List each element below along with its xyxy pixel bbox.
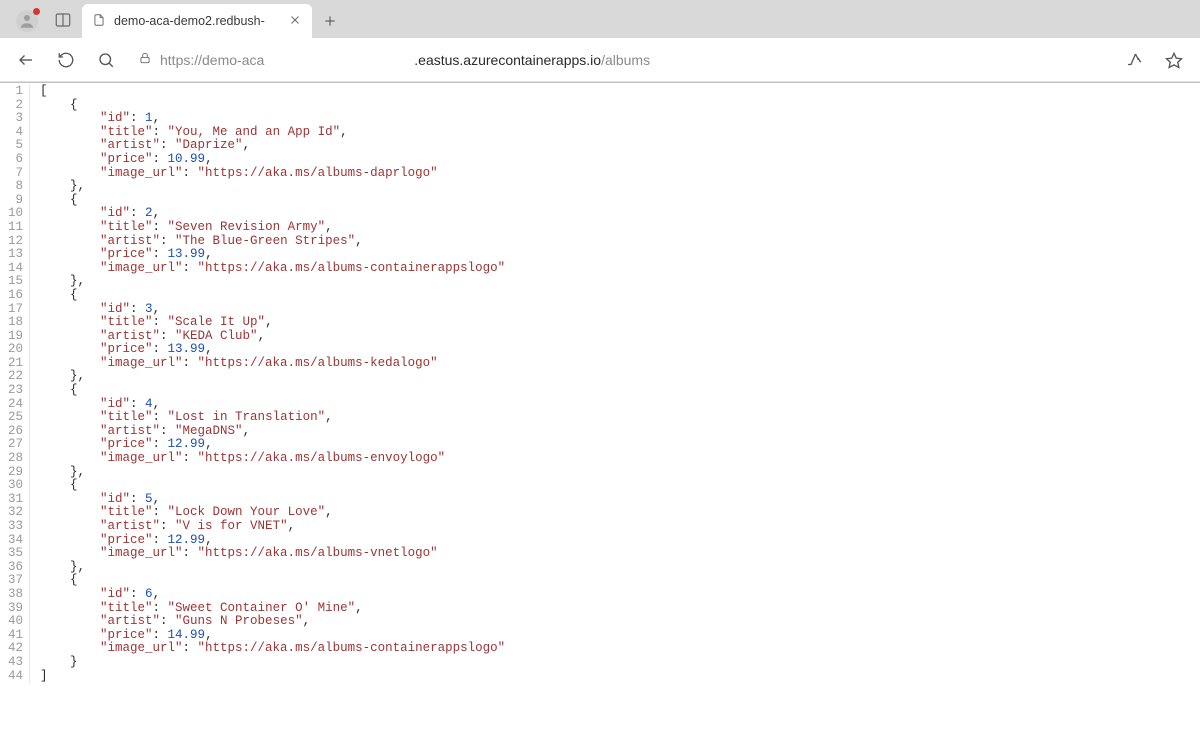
back-button[interactable] [14,48,38,72]
split-window-icon[interactable] [54,11,72,32]
json-viewer: 1234567891011121314151617181920212223242… [0,83,1200,683]
search-button[interactable] [94,48,118,72]
notification-dot-icon [33,8,40,15]
page-favicon-icon [92,13,106,30]
site-info-lock-icon[interactable] [138,51,152,68]
new-tab-button[interactable] [316,7,344,35]
window-controls [6,10,82,38]
toolbar-right [1122,48,1186,72]
profile-avatar-icon[interactable] [16,10,38,32]
tab-close-icon[interactable] [288,13,302,30]
url-text: https://demo-aca.eastus.azurecontainerap… [160,52,650,68]
tab-bar: demo-aca-demo2.redbush- [0,0,1200,38]
browser-toolbar: https://demo-aca.eastus.azurecontainerap… [0,38,1200,82]
browser-chrome: demo-aca-demo2.redbush- https://demo-aca… [0,0,1200,83]
favorite-star-icon[interactable] [1162,48,1186,72]
browser-tab-active[interactable]: demo-aca-demo2.redbush- [82,4,312,38]
address-bar[interactable]: https://demo-aca.eastus.azurecontainerap… [134,51,1106,68]
refresh-button[interactable] [54,48,78,72]
line-number-gutter: 1234567891011121314151617181920212223242… [0,85,30,683]
tab-title: demo-aca-demo2.redbush- [114,14,280,28]
json-content[interactable]: [ { "id": 1, "title": "You, Me and an Ap… [30,85,505,683]
read-aloud-icon[interactable] [1122,48,1146,72]
